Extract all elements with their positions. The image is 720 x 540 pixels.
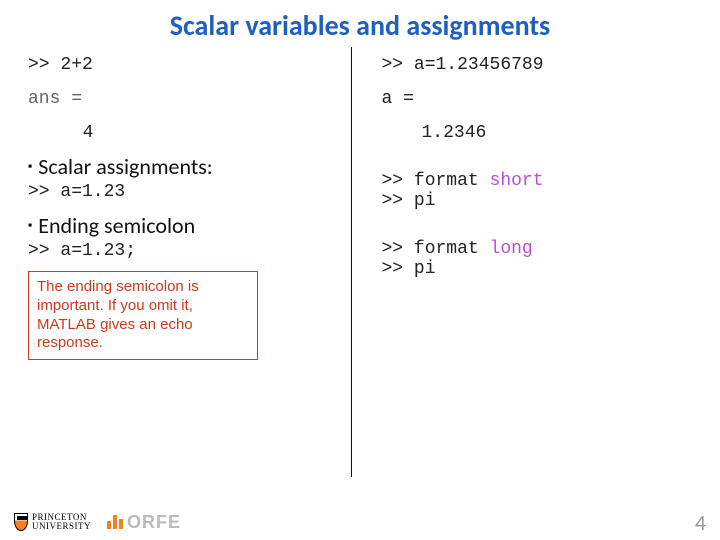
orfe-wordmark: ORFE [127,512,181,533]
page-number: 4 [695,509,706,536]
prompt: >> [382,191,414,211]
code-block-format-short: >> format short >> pi [382,171,693,211]
pi-line: >> pi [382,259,693,279]
ans-value: 4 [28,123,148,143]
prompt: >> [382,259,414,279]
footer: PRINCETON UNIVERSITY ORFE 4 [0,504,720,540]
princeton-wordmark-bot: UNIVERSITY [32,522,91,531]
pi-line: >> pi [382,191,693,211]
code: pi [414,191,436,211]
format-long-line: >> format long [382,239,693,259]
left-column: >> 2+2 ans = 4 Scalar assignments: >> a=… [18,47,349,477]
code: a=1.23456789 [414,55,544,75]
column-divider [351,47,352,477]
code-block-assign-a: >> a=1.23 [28,182,339,202]
prompt: >> [28,55,60,75]
code-block-format-long: >> format long >> pi [382,239,693,279]
prompt-line: >> a=1.23456789 [382,55,693,75]
prompt: >> [382,55,414,75]
prompt: >> [28,241,60,261]
keyword-long: long [490,239,533,259]
code-block-assign-semicolon: >> a=1.23; [28,241,339,261]
echo-label: a = [382,89,693,109]
prefix: >> format [382,239,490,259]
code-block-long-assign: >> a=1.23456789 a = 1.2346 [382,55,693,143]
semicolon-callout: The ending semicolon is important. If yo… [28,271,258,360]
ans-label: ans = [28,89,339,109]
code: 2+2 [60,55,92,75]
format-short-line: >> format short [382,171,693,191]
keyword-short: short [490,171,544,191]
bullet-ending-semicolon: Ending semicolon [28,212,339,239]
prompt: >> [28,182,60,202]
orfe-bars-icon [107,515,123,529]
code: a=1.23; [60,241,136,261]
bullet-scalar-assignments: Scalar assignments: [28,153,339,180]
echo-value: 1.2346 [382,123,693,143]
prompt-line: >> 2+2 [28,55,339,75]
princeton-shield-icon [14,513,28,531]
content-columns: >> 2+2 ans = 4 Scalar assignments: >> a=… [0,47,720,477]
orfe-logo: ORFE [107,512,181,533]
prompt-line: >> a=1.23 [28,182,339,202]
code-block-2plus2: >> 2+2 ans = 4 [28,55,339,143]
slide-title: Scalar variables and assignments [0,0,720,47]
code: pi [414,259,436,279]
prefix: >> format [382,171,490,191]
right-column: >> a=1.23456789 a = 1.2346 >> format sho… [354,47,703,477]
prompt-line: >> a=1.23; [28,241,339,261]
princeton-logo: PRINCETON UNIVERSITY [14,513,91,531]
code: a=1.23 [60,182,125,202]
